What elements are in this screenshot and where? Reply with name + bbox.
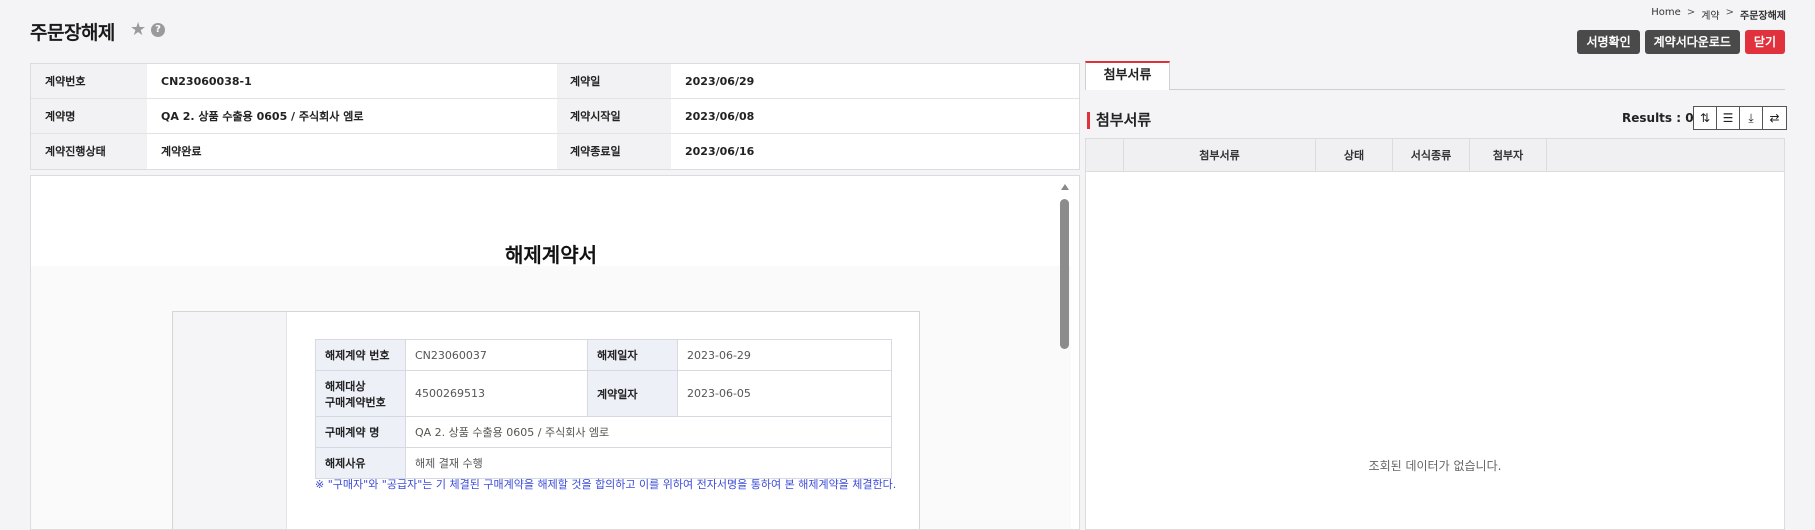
grid-empty-message: 조회된 데이터가 없습니다. — [1368, 459, 1502, 473]
scroll-thumb[interactable] — [1060, 199, 1069, 349]
download-icon[interactable]: ⤓ — [1740, 107, 1763, 129]
contract-name-label: 계약명 — [31, 99, 147, 133]
end-date-label: 계약종료일 — [557, 134, 671, 169]
cancel-date-value: 2023-06-29 — [677, 339, 892, 371]
reason-value: 해제 결재 수행 — [405, 447, 892, 479]
breadcrumb-contract[interactable]: 계약 — [1701, 7, 1719, 22]
cancel-no-label: 해제계약 번호 — [315, 339, 406, 371]
table-row: 구매계약 명 QA 2. 상품 수출용 0605 / 주식회사 엠로 — [315, 416, 892, 448]
sort-icon[interactable]: ⇅ — [1694, 107, 1717, 129]
grid-header-attacher[interactable]: 첨부자 — [1470, 139, 1547, 171]
info-row: 계약진행상태 계약완료 계약종료일 2023/06/16 — [31, 134, 1079, 169]
reason-label: 해제사유 — [315, 447, 406, 479]
table-row: 해제대상 구매계약번호 4500269513 계약일자 2023-06-05 — [315, 370, 892, 417]
sign-confirm-button[interactable]: 서명확인 — [1577, 30, 1640, 54]
grid-header-form-type[interactable]: 서식종류 — [1393, 139, 1470, 171]
contract-no-label: 계약번호 — [31, 64, 147, 98]
agreement-note: ※ "구매자"와 "공급자"는 기 체결된 구매계약을 해제할 것을 합의하고 … — [315, 478, 897, 491]
contract-info-table: 계약번호 CN23060038-1 계약일 2023/06/29 계약명 QA … — [30, 63, 1080, 170]
start-date-value: 2023/06/08 — [685, 110, 755, 123]
breadcrumb-home[interactable]: Home — [1651, 7, 1681, 22]
contract-download-button[interactable]: 계약서다운로드 — [1644, 30, 1740, 54]
list-icon[interactable]: ☰ — [1717, 107, 1740, 129]
breadcrumb: Home > 계약 > 주문장해제 — [1651, 7, 1786, 22]
doc-contract-date-label: 계약일자 — [587, 370, 678, 417]
page-title: 주문장해제 — [30, 22, 115, 44]
purchase-name-label: 구매계약 명 — [315, 416, 406, 448]
help-icon[interactable]: ? — [151, 23, 165, 37]
attachment-tab-bar: 첨부서류 — [1085, 61, 1785, 90]
table-row: 해제계약 번호 CN23060037 해제일자 2023-06-29 — [315, 339, 892, 371]
target-label: 해제대상 구매계약번호 — [315, 370, 406, 417]
results-count: Results : 0 — [1622, 111, 1694, 125]
end-date-value: 2023/06/16 — [685, 145, 755, 158]
scroll-up-arrow-icon[interactable] — [1061, 184, 1069, 190]
attachments-section-title: 첨부서류 — [1087, 112, 1151, 129]
breadcrumb-separator: > — [1686, 7, 1696, 18]
info-row: 계약명 QA 2. 상품 수출용 0605 / 주식회사 엠로 계약시작일 20… — [31, 99, 1079, 134]
contract-no-value: CN23060038-1 — [161, 75, 252, 88]
document-scrollbar[interactable] — [1060, 184, 1070, 524]
tab-attachments[interactable]: 첨부서류 — [1085, 61, 1170, 90]
top-button-group: 서명확인 계약서다운로드 닫기 — [1577, 30, 1785, 54]
close-button[interactable]: 닫기 — [1744, 30, 1785, 54]
document-body: 해제계약 번호 CN23060037 해제일자 2023-06-29 해제대상 … — [172, 311, 920, 529]
target-label-line2: 구매계약번호 — [325, 395, 386, 409]
breadcrumb-separator: > — [1725, 7, 1734, 18]
contract-name-value: QA 2. 상품 수출용 0605 / 주식회사 엠로 — [161, 110, 364, 123]
contract-date-label: 계약일 — [557, 64, 671, 98]
contract-date-value: 2023/06/29 — [685, 75, 755, 88]
status-label: 계약진행상태 — [31, 134, 147, 169]
document-viewer[interactable]: 해제계약서 해제계약 번호 CN23060037 해제일자 2023-06-29… — [30, 175, 1080, 530]
target-label-line1: 해제대상 — [325, 379, 366, 393]
cancel-no-value: CN23060037 — [405, 339, 588, 371]
start-date-label: 계약시작일 — [557, 99, 671, 133]
attachments-grid: 첨부서류 상태 서식종류 첨부자 조회된 데이터가 없습니다. — [1085, 138, 1785, 530]
grid-header-select[interactable] — [1086, 139, 1124, 171]
document-margin — [173, 312, 287, 529]
grid-header: 첨부서류 상태 서식종류 첨부자 — [1086, 139, 1784, 172]
cancellation-table: 해제계약 번호 CN23060037 해제일자 2023-06-29 해제대상 … — [315, 339, 892, 479]
cancel-date-label: 해제일자 — [587, 339, 678, 371]
star-icon[interactable]: ★ — [130, 19, 146, 40]
info-row: 계약번호 CN23060038-1 계약일 2023/06/29 — [31, 64, 1079, 99]
document-title: 해제계약서 — [505, 243, 597, 267]
refresh-icon[interactable]: ⇄ — [1763, 107, 1786, 129]
grid-header-document[interactable]: 첨부서류 — [1124, 139, 1316, 171]
breadcrumb-current: 주문장해제 — [1740, 11, 1786, 22]
grid-header-status[interactable]: 상태 — [1316, 139, 1393, 171]
target-no-value: 4500269513 — [405, 370, 588, 417]
status-value: 계약완료 — [161, 145, 202, 158]
doc-contract-date-value: 2023-06-05 — [677, 370, 892, 417]
table-row: 해제사유 해제 결재 수행 — [315, 447, 892, 479]
grid-toolbar: ⇅ ☰ ⤓ ⇄ — [1693, 106, 1787, 130]
purchase-name-value: QA 2. 상품 수출용 0605 / 주식회사 엠로 — [405, 416, 892, 448]
grid-header-filler — [1547, 139, 1784, 171]
